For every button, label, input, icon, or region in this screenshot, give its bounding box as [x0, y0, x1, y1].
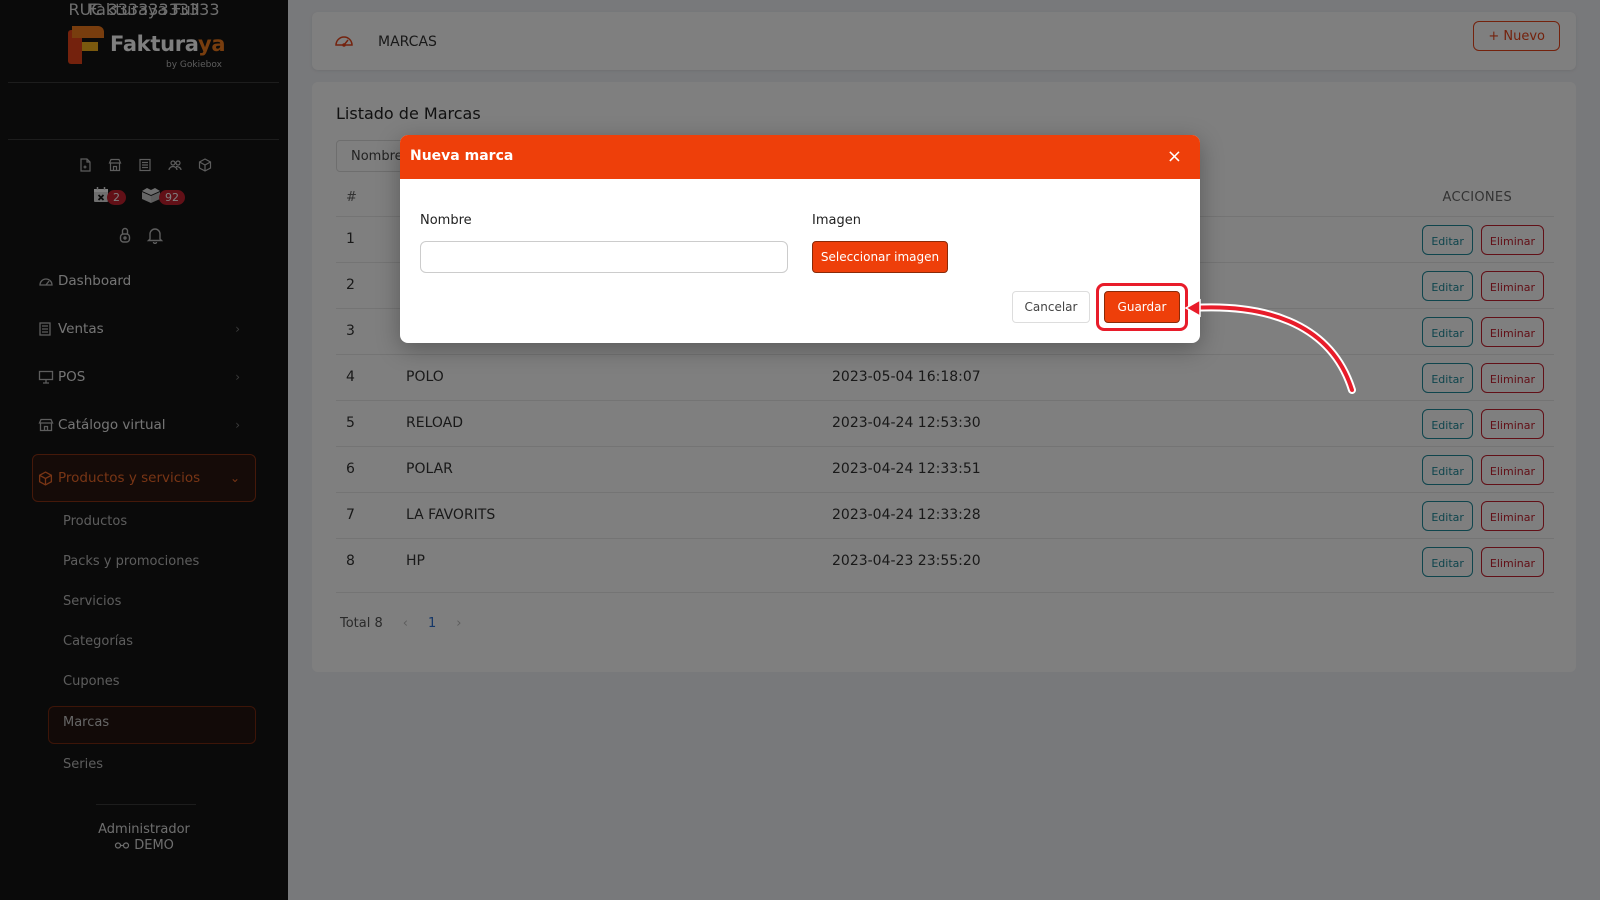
- close-icon[interactable]: ×: [1167, 148, 1182, 166]
- save-highlight-frame: [1096, 283, 1188, 331]
- select-image-button[interactable]: Seleccionar imagen: [812, 241, 948, 273]
- new-brand-modal: Nueva marca × Nombre Imagen Seleccionar …: [400, 135, 1200, 343]
- name-label: Nombre: [420, 213, 472, 228]
- name-input[interactable]: [420, 241, 788, 273]
- modal-header: Nueva marca ×: [400, 135, 1200, 179]
- arrow-annotation-icon: [1184, 298, 1356, 394]
- modal-title: Nueva marca: [410, 148, 514, 164]
- image-label: Imagen: [812, 213, 861, 228]
- cancel-button[interactable]: Cancelar: [1012, 291, 1090, 323]
